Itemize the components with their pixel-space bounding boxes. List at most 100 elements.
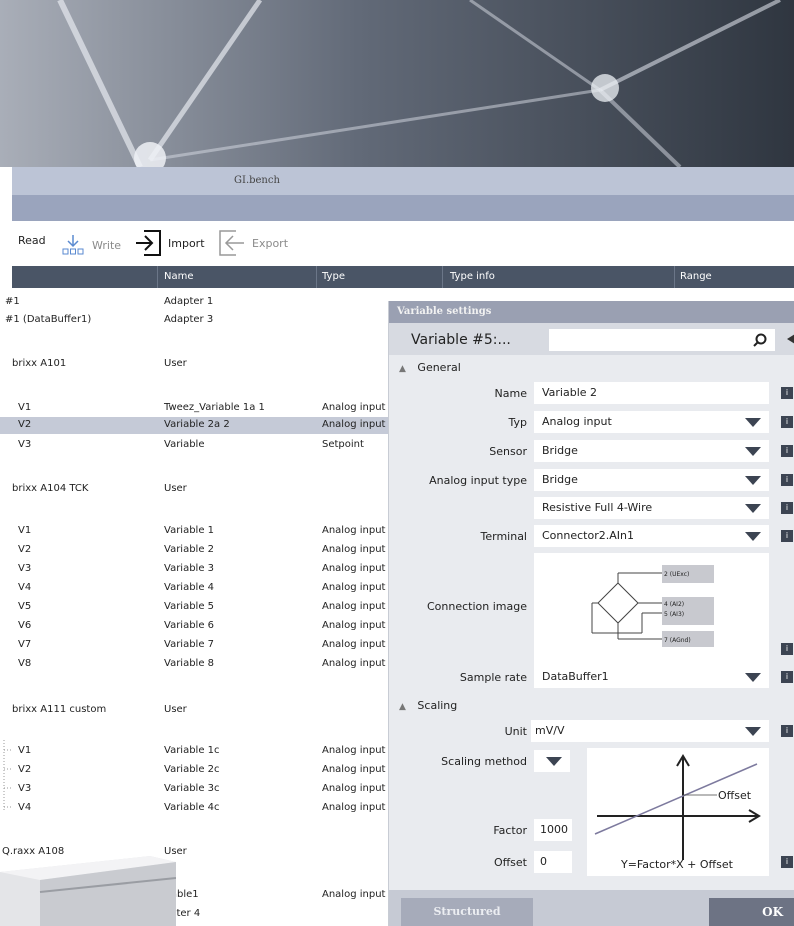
- sample-rate-select[interactable]: DataBuffer1: [534, 666, 769, 688]
- analog-input-type-select[interactable]: Bridge: [534, 469, 769, 491]
- chevron-down-icon: [745, 727, 761, 736]
- variable-title-bar: Variable #5:...: [389, 323, 794, 355]
- unit-select[interactable]: mV/V: [531, 720, 769, 742]
- scaling-graph: Offset Y=Factor*X + Offset: [587, 748, 769, 876]
- column-header-type-info[interactable]: Type info: [450, 271, 495, 282]
- pin-label: 2 (UExc): [664, 571, 689, 578]
- table-row[interactable]: V3 Variable 3c Analog input: [0, 781, 390, 798]
- variable-settings-panel: Variable settings Variable #5:... ▲ Gene…: [388, 301, 794, 926]
- write-label: Write: [92, 238, 122, 252]
- terminal-label: Terminal: [480, 530, 528, 543]
- info-icon[interactable]: i: [781, 387, 793, 399]
- table-row[interactable]: V8 Variable 8 Analog input: [0, 656, 390, 673]
- info-icon[interactable]: i: [781, 445, 793, 457]
- wiring-select[interactable]: Resistive Full 4-Wire: [534, 497, 769, 519]
- column-header-range[interactable]: Range: [680, 271, 712, 282]
- table-row[interactable]: V3 Variable Setpoint: [0, 437, 390, 454]
- grid-header: Name Type Type info Range: [12, 266, 794, 288]
- table-row[interactable]: #1 (DataBuffer1) Adapter 3: [0, 312, 390, 329]
- sensor-label: Sensor: [489, 445, 527, 458]
- chevron-down-icon: [745, 476, 761, 485]
- general-section-header[interactable]: ▲ General: [399, 361, 461, 374]
- typ-select[interactable]: Analog input: [534, 411, 769, 433]
- import-icon: [136, 230, 161, 256]
- table-row[interactable]: V2 Variable 2 Analog input: [0, 542, 390, 559]
- analog-input-type-label: Analog input type: [429, 474, 527, 487]
- import-label: Import: [168, 236, 205, 250]
- toolbar: Read Write Import Export: [0, 224, 794, 262]
- table-row[interactable]: V4 Variable 4 Analog input: [0, 580, 390, 597]
- collapse-triangle-icon: ▲: [399, 702, 406, 712]
- variable-title: Variable #5:...: [411, 332, 511, 348]
- chevron-down-icon: [745, 447, 761, 456]
- ok-button[interactable]: OK: [709, 898, 794, 926]
- table-row[interactable]: V4 Variable 4c Analog input: [0, 800, 390, 817]
- info-icon[interactable]: i: [781, 474, 793, 486]
- table-row[interactable]: V5 Variable 5 Analog input: [0, 599, 390, 616]
- info-icon[interactable]: i: [781, 502, 793, 514]
- offset-input[interactable]: 0: [534, 851, 572, 873]
- factor-label: Factor: [493, 824, 527, 837]
- sample-rate-label: Sample rate: [459, 671, 527, 684]
- header-banner: [0, 0, 794, 167]
- chevron-down-icon: [745, 673, 761, 682]
- structured-button[interactable]: Structured: [401, 898, 533, 926]
- app-title: GI.bench: [234, 175, 280, 186]
- app-title-bar: GI.bench: [12, 167, 794, 195]
- write-button[interactable]: Write: [60, 234, 121, 256]
- export-button[interactable]: Export: [218, 228, 288, 258]
- table-row[interactable]: V7 Variable 7 Analog input: [0, 637, 390, 654]
- connection-image: 2 (UExc) 4 (AI2) 5 (AI3) 7 (AGnd): [534, 553, 769, 667]
- info-icon[interactable]: i: [781, 856, 793, 868]
- chevron-down-icon: [745, 532, 761, 541]
- bridge-diagram: 2 (UExc) 4 (AI2) 5 (AI3) 7 (AGnd): [591, 565, 714, 647]
- scaling-section-header[interactable]: ▲ Scaling: [399, 699, 457, 712]
- collapse-triangle-icon: ▲: [399, 364, 406, 374]
- column-header-name[interactable]: Name: [164, 271, 194, 282]
- scaling-method-select[interactable]: [534, 750, 570, 772]
- info-icon[interactable]: i: [781, 530, 793, 542]
- export-icon: [219, 230, 244, 256]
- table-row[interactable]: V3 Variable 3 Analog input: [0, 561, 390, 578]
- table-row[interactable]: #1 Adapter 1: [0, 294, 390, 311]
- table-row-selected[interactable]: V2 Variable 2a 2 Analog input: [0, 417, 390, 434]
- formula-label: Y=Factor*X + Offset: [620, 858, 734, 871]
- info-icon[interactable]: i: [781, 643, 793, 655]
- name-field[interactable]: Variable 2: [534, 382, 769, 404]
- offset-label: Offset: [718, 789, 752, 802]
- table-row[interactable]: brixx A104 TCK User: [0, 481, 390, 498]
- table-row[interactable]: V1 Tweez_Variable 1a 1 Analog input: [0, 400, 390, 417]
- factor-input[interactable]: 1000: [534, 819, 572, 841]
- export-label: Export: [252, 236, 289, 250]
- table-row[interactable]: V2 Variable 2c Analog input: [0, 762, 390, 779]
- panel-header: Variable settings: [389, 301, 794, 323]
- info-icon[interactable]: i: [781, 725, 793, 737]
- scaling-formula-graph: Offset Y=Factor*X + Offset: [594, 754, 761, 871]
- name-label: Name: [494, 387, 527, 400]
- info-icon[interactable]: i: [781, 671, 793, 683]
- table-row[interactable]: brixx A101 User: [0, 356, 390, 373]
- table-row[interactable]: V1 Variable 1c Analog input: [0, 743, 390, 760]
- info-icon[interactable]: i: [781, 416, 793, 428]
- typ-label: Typ: [508, 416, 528, 429]
- search-icon[interactable]: [753, 333, 767, 347]
- read-button[interactable]: Read: [18, 234, 46, 247]
- table-row[interactable]: V1 Variable 1 Analog input: [0, 523, 390, 540]
- chevron-down-icon: [745, 504, 761, 513]
- table-row[interactable]: brixx A111 custom User: [0, 702, 390, 719]
- terminal-select[interactable]: Connector2.AIn1: [534, 525, 769, 547]
- table-row[interactable]: V6 Variable 6 Analog input: [0, 618, 390, 635]
- network-graphic: [57, 0, 781, 167]
- chevron-down-icon: [745, 418, 761, 427]
- write-icon: [62, 235, 84, 255]
- connection-image-label: Connection image: [427, 600, 527, 613]
- search-input[interactable]: [549, 329, 775, 351]
- collapse-arrow-icon[interactable]: [787, 334, 794, 344]
- import-button[interactable]: Import: [134, 228, 205, 258]
- tree-lines: [3, 740, 12, 810]
- scaling-method-label: Scaling method: [441, 755, 527, 768]
- ribbon-bar: [12, 195, 794, 221]
- pin-label: 7 (AGnd): [664, 637, 691, 644]
- sensor-select[interactable]: Bridge: [534, 440, 769, 462]
- column-header-type[interactable]: Type: [322, 271, 345, 282]
